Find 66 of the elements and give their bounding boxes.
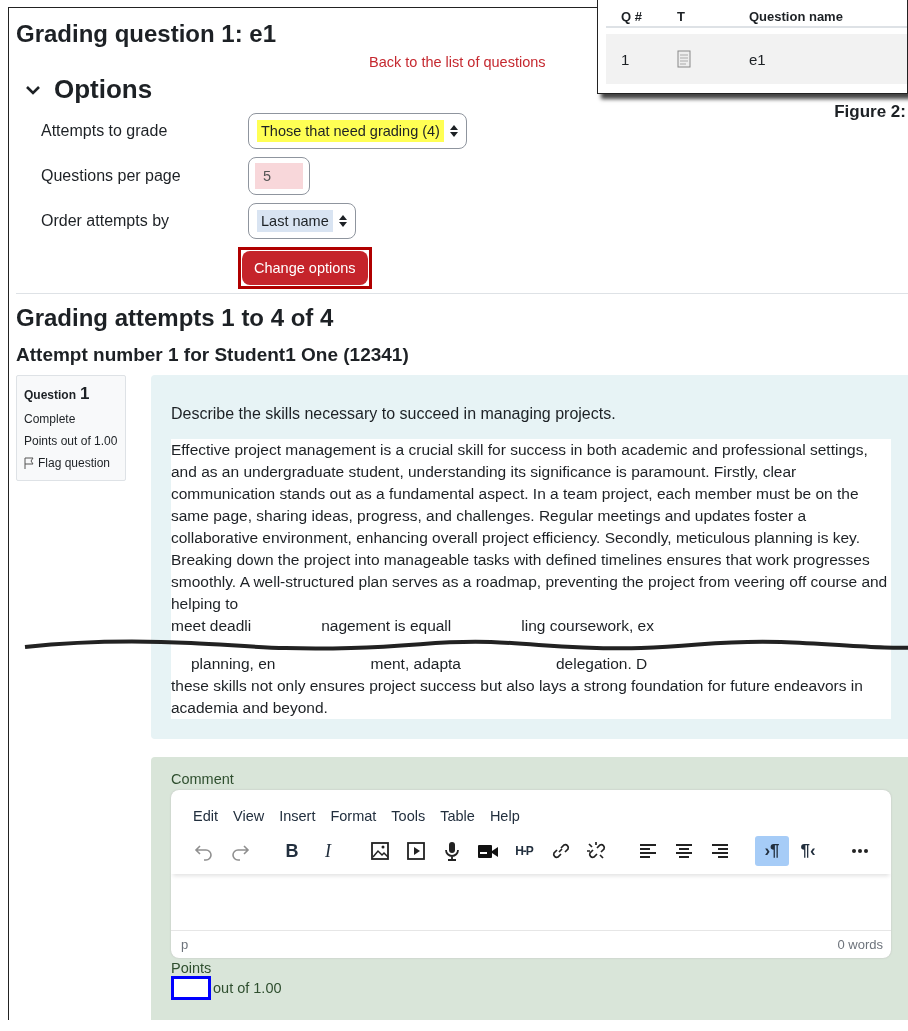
bold-button[interactable]: B	[275, 836, 309, 866]
points-label: Points	[171, 960, 213, 976]
points-text: Points out of 1.00	[24, 434, 118, 448]
menu-item[interactable]: Insert	[279, 806, 316, 826]
section-heading: Options	[54, 74, 153, 105]
back-link[interactable]: Back to the list of questions	[369, 54, 546, 70]
points-suffix: out of 1.00	[213, 980, 282, 996]
value-highlight: Those that need grading (4)	[257, 120, 444, 142]
answer-fragment: ling coursework, ex	[521, 616, 654, 636]
page-title: Grading question 1: e1	[16, 19, 277, 48]
points-input[interactable]	[171, 976, 211, 1000]
sort-arrows-icon	[449, 125, 458, 137]
chevron-down-icon[interactable]	[26, 84, 40, 95]
column-header: Question name	[749, 9, 844, 24]
interactive-content-button[interactable]: H-P	[507, 836, 541, 866]
value-highlight: Last name	[257, 210, 333, 232]
select-field[interactable]: Last name	[248, 203, 356, 239]
column-header: T	[677, 9, 686, 24]
left-to-right-button[interactable]: ›¶	[755, 836, 789, 866]
right-to-left-button[interactable]: ¶‹	[791, 836, 825, 866]
menu-item[interactable]: Tools	[391, 806, 426, 826]
link-icon[interactable]	[550, 841, 570, 861]
column-header: Q #	[621, 9, 643, 24]
select-field[interactable]: Those that need grading (4)	[248, 113, 467, 149]
comment-label: Comment	[171, 771, 235, 787]
table-cell-text: 1	[621, 50, 631, 68]
menu-item[interactable]: Help	[489, 806, 520, 826]
field-label: Order attempts by	[41, 212, 171, 230]
menu-item[interactable]: Format	[330, 806, 377, 826]
menu-item[interactable]: Edit	[193, 806, 218, 826]
attempt-heading: Attempt number 1 for Student1 One (12341)	[16, 344, 410, 366]
menu-item[interactable]: View	[233, 806, 265, 826]
sort-arrows-icon	[338, 215, 347, 227]
align-right-icon[interactable]	[710, 841, 730, 861]
number-field[interactable]: 5	[248, 157, 310, 195]
answer-paragraph: these skills not only ensures project success but also lays a strong foundation for future endeavors in academia and beyond.	[171, 676, 864, 718]
microphone-icon[interactable]	[442, 841, 462, 861]
answer-fragment: ment, adapta	[370, 654, 461, 674]
align-left-icon[interactable]	[638, 841, 658, 861]
align-center-icon[interactable]	[674, 841, 694, 861]
figure-caption: Figure 2:	[834, 102, 906, 122]
broken-link-icon[interactable]	[586, 841, 606, 861]
question-prompt: Describe the skills necessary to succeed in managing projects.	[171, 405, 617, 423]
flag-icon	[24, 457, 34, 469]
image-icon[interactable]	[370, 841, 390, 861]
question-number: 1	[80, 384, 90, 404]
answer-fragment: planning, en	[191, 654, 276, 674]
field-label: Attempts to grade	[41, 122, 169, 140]
flag-link[interactable]: Flag question	[24, 456, 118, 470]
word-count: 0 words	[837, 937, 883, 952]
document-icon	[677, 50, 691, 68]
section-heading: Grading attempts 1 to 4 of 4	[16, 304, 335, 332]
flag-text[interactable]: Flag question	[38, 456, 111, 470]
answer-fragment: nagement is equall	[321, 616, 452, 636]
table-cell-text: e1	[749, 50, 767, 68]
value-highlight: 5	[255, 163, 303, 189]
menu-item[interactable]: Table	[440, 806, 475, 826]
question-label: Question	[24, 388, 76, 402]
status-text: Complete	[24, 412, 77, 426]
field-label: Questions per page	[41, 167, 182, 185]
answer-fragment: delegation. D	[555, 654, 648, 674]
element-path[interactable]: p	[181, 937, 189, 952]
answer-fragment: meet deadli	[171, 616, 252, 636]
change-options-button[interactable]: Change options	[242, 251, 368, 285]
play-icon[interactable]	[406, 841, 426, 861]
italic-button[interactable]: I	[311, 836, 345, 866]
